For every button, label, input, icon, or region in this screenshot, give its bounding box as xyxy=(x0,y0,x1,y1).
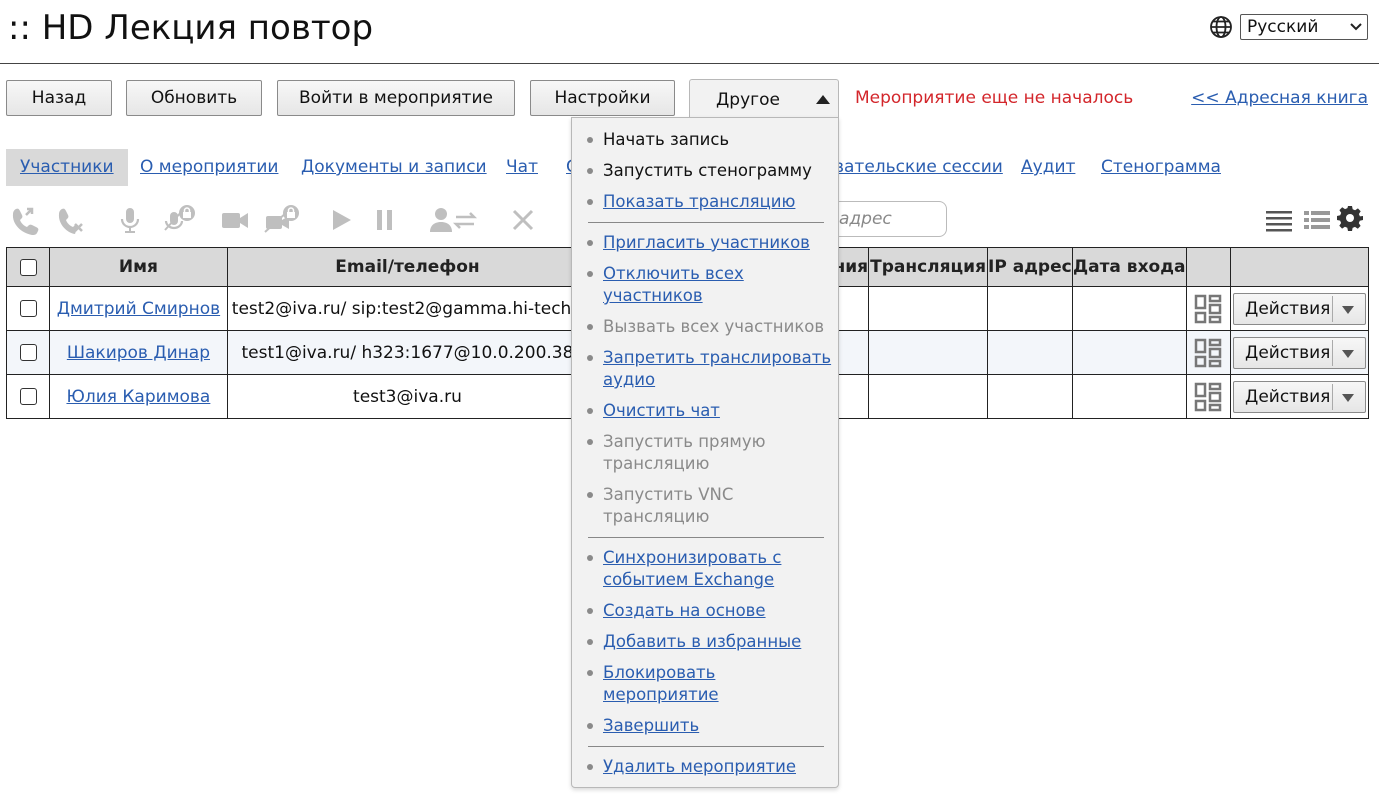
select-all-cell xyxy=(5,247,51,287)
page-title: :: HD Лекция повтор xyxy=(8,8,374,48)
menu-item-block-event[interactable]: Блокировать мероприятие xyxy=(587,662,833,706)
language-select[interactable]: Русский xyxy=(1240,14,1368,40)
menu-item-clear-chat[interactable]: Очистить чат xyxy=(587,400,833,422)
tab-audit[interactable]: Аудит xyxy=(1021,149,1075,186)
back-button[interactable]: Назад xyxy=(6,80,112,116)
caret-up-icon xyxy=(816,95,830,104)
actions-label: Действия xyxy=(1245,386,1331,407)
menu-item-sync-exchange[interactable]: Синхронизировать с событием Exchange xyxy=(587,547,833,591)
transfer-user-icon[interactable] xyxy=(430,205,478,235)
column-header-login-date[interactable]: Дата входа xyxy=(1071,247,1187,287)
microphone-icon[interactable] xyxy=(115,205,145,235)
menu-item-delete-event[interactable]: Удалить мероприятие xyxy=(587,756,833,778)
close-icon[interactable] xyxy=(508,205,538,235)
call-icon[interactable] xyxy=(10,205,40,235)
menu-item-invite-participants[interactable]: Пригласить участников xyxy=(587,232,833,254)
caret-down-icon xyxy=(1342,393,1355,402)
video-camera-icon[interactable] xyxy=(220,205,250,235)
layout-grid-icon[interactable] xyxy=(1194,382,1222,412)
cell-empty xyxy=(987,330,1073,375)
menu-item-start-vnc-broadcast: Запустить VNC трансляцию xyxy=(587,484,833,528)
event-status-message: Мероприятие еще не началось xyxy=(855,88,1134,108)
actions-dropdown-button[interactable]: Действия xyxy=(1233,380,1367,413)
tab-documents[interactable]: Документы и записи xyxy=(301,149,487,186)
participant-name-link[interactable]: Дмитрий Смирнов xyxy=(57,299,220,319)
video-camera-locked-icon[interactable] xyxy=(264,205,302,235)
join-event-button[interactable]: Войти в мероприятие xyxy=(277,80,515,116)
tab-chat[interactable]: Чат xyxy=(506,149,538,186)
participant-contact: test1@iva.ru/ h323:1677@10.0.200.38 xyxy=(226,330,589,375)
actions-label: Действия xyxy=(1245,342,1331,363)
column-header-name[interactable]: Имя xyxy=(49,247,228,287)
refresh-button[interactable]: Обновить xyxy=(126,80,262,116)
actions-label: Действия xyxy=(1245,298,1331,319)
actions-dropdown-button[interactable]: Действия xyxy=(1233,336,1367,369)
column-header-broadcast[interactable]: Трансляция xyxy=(868,247,989,287)
row-checkbox[interactable] xyxy=(19,388,37,405)
row-checkbox[interactable] xyxy=(19,300,37,317)
title-bar: :: HD Лекция повтор Русский xyxy=(0,0,1379,64)
menu-item-call-all: Вызвать всех участников xyxy=(587,316,833,338)
participant-contact: test3@iva.ru xyxy=(226,374,589,419)
cell-empty xyxy=(987,286,1073,331)
actions-dropdown-button[interactable]: Действия xyxy=(1233,292,1367,325)
select-all-checkbox[interactable] xyxy=(19,258,37,276)
detailed-list-icon[interactable] xyxy=(1302,206,1332,236)
other-menu-button[interactable]: Другое xyxy=(689,79,839,119)
menu-divider xyxy=(588,746,824,747)
language-select-value: Русский xyxy=(1247,17,1319,37)
column-header-layout xyxy=(1185,247,1232,287)
other-menu-label: Другое xyxy=(716,90,780,110)
chevron-down-icon xyxy=(1350,23,1362,31)
tab-participants[interactable]: Участники xyxy=(6,149,128,186)
list-view-icon[interactable] xyxy=(1264,206,1294,236)
column-header-actions xyxy=(1230,247,1369,287)
menu-item-add-favorites[interactable]: Добавить в избранные xyxy=(587,631,833,653)
gear-icon[interactable] xyxy=(1337,205,1363,231)
menu-item-forbid-audio[interactable]: Запретить транслировать аудио xyxy=(587,347,833,391)
play-icon[interactable] xyxy=(326,205,356,235)
cell-empty xyxy=(868,286,989,331)
menu-divider xyxy=(588,222,824,223)
participant-contact: test2@iva.ru/ sip:test2@gamma.hi-tech.o xyxy=(226,286,589,331)
column-header-contact[interactable]: Email/телефон xyxy=(226,247,589,287)
tab-user-sessions[interactable]: вательские сессии xyxy=(834,149,1003,186)
layout-grid-icon[interactable] xyxy=(1194,338,1222,368)
hangup-icon[interactable] xyxy=(56,205,86,235)
menu-item-start-transcript: Запустить стенограмму xyxy=(587,160,833,182)
participant-name-link[interactable]: Юлия Каримова xyxy=(66,387,210,407)
search-placeholder: адрес xyxy=(839,209,892,229)
settings-button[interactable]: Настройки xyxy=(530,80,675,116)
tab-transcript[interactable]: Стенограмма xyxy=(1101,149,1221,186)
cell-empty xyxy=(868,374,989,419)
other-dropdown-menu: Начать запись Запустить стенограмму Пока… xyxy=(571,117,839,788)
menu-item-start-live-broadcast: Запустить прямую трансляцию xyxy=(587,431,833,475)
globe-icon xyxy=(1210,16,1232,38)
cell-empty xyxy=(1071,286,1187,331)
menu-item-start-recording: Начать запись xyxy=(587,129,833,151)
tab-about[interactable]: О мероприятии xyxy=(140,149,278,186)
menu-item-create-based-on[interactable]: Создать на основе xyxy=(587,600,833,622)
participant-name-link[interactable]: Шакиров Динар xyxy=(67,343,210,363)
row-checkbox[interactable] xyxy=(19,344,37,361)
menu-item-show-broadcast[interactable]: Показать трансляцию xyxy=(587,191,833,213)
caret-down-icon xyxy=(1342,305,1355,314)
layout-grid-icon[interactable] xyxy=(1194,294,1222,324)
address-book-link[interactable]: << Адресная книга xyxy=(1191,88,1368,108)
search-input[interactable]: адрес xyxy=(820,201,947,237)
cell-empty xyxy=(1071,330,1187,375)
cell-empty xyxy=(987,374,1073,419)
microphone-locked-icon[interactable] xyxy=(162,205,198,235)
cell-empty xyxy=(1071,374,1187,419)
menu-divider xyxy=(588,537,824,538)
pause-icon[interactable] xyxy=(370,205,400,235)
menu-item-finish[interactable]: Завершить xyxy=(587,715,833,737)
menu-item-disconnect-all[interactable]: Отключить всех участников xyxy=(587,263,833,307)
caret-down-icon xyxy=(1342,349,1355,358)
cell-empty xyxy=(868,330,989,375)
column-header-ip[interactable]: IP адрес xyxy=(987,247,1073,287)
